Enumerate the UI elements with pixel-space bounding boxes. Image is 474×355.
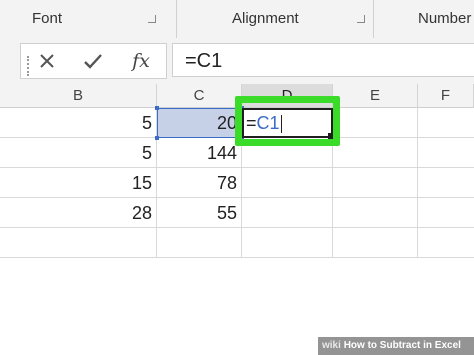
column-header-e[interactable]: E (333, 84, 418, 108)
cell-f5[interactable] (418, 228, 474, 258)
ribbon-group-alignment[interactable]: Alignment (232, 10, 299, 27)
close-icon[interactable] (27, 46, 67, 76)
watermark-title: How to Subtract in Excel (343, 340, 461, 351)
cell-e1[interactable] (333, 108, 418, 138)
ribbon-group-strip: Font Alignment Number (0, 0, 474, 39)
cell-f2[interactable] (418, 138, 474, 168)
cell-b1[interactable]: 5 (0, 108, 157, 138)
watermark-brand: wiki (322, 340, 341, 351)
column-header-f[interactable]: F (418, 84, 474, 108)
cell-c5[interactable] (157, 228, 242, 258)
cell-c4[interactable]: 55 (157, 198, 242, 228)
formula-bar: fx =C1 (0, 38, 474, 85)
cell-d4[interactable] (242, 198, 333, 228)
cell-c2[interactable]: 144 (157, 138, 242, 168)
ribbon-separator (373, 0, 374, 38)
text-cursor (280, 115, 282, 134)
cell-c3[interactable]: 78 (157, 168, 242, 198)
insert-function-button[interactable]: fx (121, 46, 161, 76)
cell-e3[interactable] (333, 168, 418, 198)
reference-handle[interactable] (155, 106, 159, 110)
cell-c1[interactable]: 20 (157, 108, 242, 138)
formula-reference-c1: C1 (256, 113, 280, 133)
font-dialog-launcher-icon[interactable] (148, 15, 156, 23)
ribbon-group-number[interactable]: Number (418, 10, 471, 27)
cell-f1[interactable] (418, 108, 474, 138)
ribbon-group-font[interactable]: Font (32, 10, 62, 27)
ribbon-separator (176, 0, 177, 38)
alignment-dialog-launcher-icon[interactable] (357, 15, 365, 23)
cell-d3[interactable] (242, 168, 333, 198)
cell-b4[interactable]: 28 (0, 198, 157, 228)
active-cell-d1[interactable]: =C1 (242, 108, 333, 138)
watermark: wiki How to Subtract in Excel (318, 337, 474, 355)
cell-b2[interactable]: 5 (0, 138, 157, 168)
column-header-c[interactable]: C (157, 84, 242, 108)
cell-f4[interactable] (418, 198, 474, 228)
cell-e4[interactable] (333, 198, 418, 228)
formula-bar-buttons: fx (20, 43, 167, 79)
formula-input[interactable]: =C1 (172, 43, 474, 77)
column-header-d[interactable]: D (242, 84, 333, 108)
cell-b5[interactable] (0, 228, 157, 258)
fill-handle[interactable] (328, 133, 334, 139)
cell-b3[interactable]: 15 (0, 168, 157, 198)
column-header-b[interactable]: B (0, 84, 157, 108)
reference-handle[interactable] (155, 136, 159, 140)
worksheet-grid: B C D E F 5 20 5 144 15 78 28 55 =C1 (0, 84, 474, 355)
cell-f3[interactable] (418, 168, 474, 198)
cell-d2[interactable] (242, 138, 333, 168)
cell-e5[interactable] (333, 228, 418, 258)
checkmark-icon[interactable] (73, 46, 113, 76)
cell-e2[interactable] (333, 138, 418, 168)
cell-d5[interactable] (242, 228, 333, 258)
formula-equals: = (246, 113, 257, 133)
